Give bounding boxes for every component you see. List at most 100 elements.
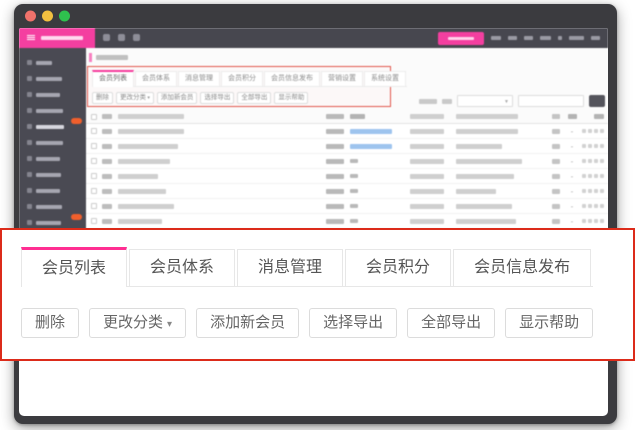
row-checkbox[interactable] — [91, 143, 97, 149]
module-button[interactable]: 显示帮助 — [274, 92, 308, 104]
status-value: - — [571, 142, 574, 151]
row-action-icon[interactable] — [582, 219, 586, 223]
row-action-icon[interactable] — [588, 129, 592, 133]
nav-link-placeholder[interactable] — [569, 36, 584, 40]
row-action-icon[interactable] — [594, 204, 598, 208]
sidebar-item[interactable] — [19, 81, 86, 96]
sidebar-item[interactable] — [19, 193, 86, 208]
row-action-icon[interactable] — [600, 144, 604, 148]
row-checkbox[interactable] — [91, 188, 97, 194]
row-action-icon[interactable] — [582, 129, 586, 133]
module-button[interactable]: 更改分类 ▾ — [116, 92, 154, 104]
row-action-icon[interactable] — [582, 204, 586, 208]
search-input[interactable] — [518, 95, 584, 107]
nav-link-placeholder[interactable] — [524, 36, 533, 40]
row-checkbox[interactable] — [91, 158, 97, 164]
cell-text-placeholder — [552, 159, 560, 164]
row-action-icon[interactable] — [594, 129, 598, 133]
module-tab[interactable]: 消息管理 — [178, 71, 220, 86]
nav-link-placeholder[interactable] — [491, 36, 501, 40]
table-row: - — [86, 199, 608, 214]
hamburger-icon — [27, 35, 35, 41]
row-action-icon[interactable] — [588, 174, 592, 178]
row-action-icon[interactable] — [600, 159, 604, 163]
search-field-select[interactable]: ▼ — [457, 95, 513, 107]
nav-link-placeholder[interactable] — [540, 36, 551, 40]
row-action-icon[interactable] — [594, 144, 598, 148]
callout-tab[interactable]: 会员积分 — [345, 249, 451, 286]
row-action-icon[interactable] — [594, 219, 598, 223]
apps-icon[interactable] — [133, 34, 140, 41]
cell-text-placeholder — [102, 189, 112, 194]
sidebar-item[interactable] — [19, 129, 86, 144]
cell-text-placeholder — [326, 144, 344, 149]
row-action-icon[interactable] — [594, 189, 598, 193]
row-checkbox[interactable] — [91, 128, 97, 134]
phone-link-placeholder[interactable] — [350, 129, 392, 134]
module-tab[interactable]: 会员列表 — [92, 70, 134, 87]
row-action-icon[interactable] — [600, 129, 604, 133]
upgrade-button[interactable] — [438, 32, 484, 45]
row-action-icon[interactable] — [582, 159, 586, 163]
table-cell: - — [564, 142, 580, 151]
row-action-icon[interactable] — [588, 144, 592, 148]
module-tab[interactable]: 会员积分 — [221, 71, 263, 86]
module-tab[interactable]: 会员体系 — [135, 71, 177, 86]
sidebar-item[interactable] — [19, 113, 86, 128]
module-tab[interactable]: 营销设置 — [321, 71, 363, 86]
callout-button[interactable]: 更改分类▾ — [89, 308, 186, 338]
callout-tab[interactable]: 会员信息发布 — [453, 249, 591, 286]
callout-button[interactable]: 全部导出 — [407, 308, 495, 338]
row-action-icon[interactable] — [600, 174, 604, 178]
sidebar-item[interactable] — [19, 177, 86, 192]
module-tab[interactable]: 系统设置 — [364, 71, 406, 86]
callout-tab[interactable]: 会员列表 — [21, 247, 127, 287]
callout-button[interactable]: 删除 — [21, 308, 79, 338]
row-action-icon[interactable] — [600, 219, 604, 223]
module-button[interactable]: 删除 — [92, 92, 113, 104]
zoom-button[interactable] — [59, 11, 70, 22]
callout-tab[interactable]: 会员体系 — [129, 249, 235, 286]
sidebar-item[interactable] — [19, 145, 86, 160]
row-action-icon[interactable] — [582, 174, 586, 178]
sidebar-item[interactable] — [19, 209, 86, 224]
row-checkbox[interactable] — [91, 203, 97, 209]
module-button[interactable]: 全部导出 — [237, 92, 271, 104]
row-action-icon[interactable] — [588, 189, 592, 193]
module-button[interactable]: 选择导出 — [200, 92, 234, 104]
refresh-icon[interactable] — [118, 34, 125, 41]
table-row: - — [86, 154, 608, 169]
select-all-checkbox[interactable] — [91, 114, 97, 120]
row-action-icon[interactable] — [588, 204, 592, 208]
app-logo[interactable] — [19, 28, 95, 48]
sidebar-item[interactable] — [19, 65, 86, 80]
home-icon[interactable] — [103, 34, 110, 41]
row-action-icon[interactable] — [582, 144, 586, 148]
callout-tab[interactable]: 消息管理 — [237, 249, 343, 286]
row-action-icon[interactable] — [600, 189, 604, 193]
phone-link-placeholder[interactable] — [350, 144, 392, 149]
row-action-icon[interactable] — [600, 204, 604, 208]
sidebar-item[interactable] — [19, 97, 86, 112]
nav-link-placeholder[interactable] — [508, 36, 517, 40]
row-action-icon[interactable] — [594, 159, 598, 163]
close-button[interactable] — [25, 11, 36, 22]
row-checkbox[interactable] — [91, 173, 97, 179]
nav-link-placeholder[interactable] — [591, 36, 600, 40]
callout-button[interactable]: 显示帮助 — [505, 308, 593, 338]
module-button[interactable]: 添加新会员 — [157, 92, 198, 104]
minimize-button[interactable] — [42, 11, 53, 22]
search-button[interactable] — [589, 95, 605, 107]
row-action-icon[interactable] — [594, 174, 598, 178]
row-action-icon[interactable] — [582, 189, 586, 193]
sidebar-item[interactable] — [19, 161, 86, 176]
module-tab[interactable]: 会员信息发布 — [264, 71, 320, 86]
callout-button[interactable]: 选择导出 — [309, 308, 397, 338]
sidebar-item[interactable] — [19, 49, 86, 64]
row-action-icon[interactable] — [588, 159, 592, 163]
nav-link-placeholder[interactable] — [558, 36, 562, 40]
row-checkbox[interactable] — [91, 218, 97, 224]
row-action-icon[interactable] — [588, 219, 592, 223]
table-cell — [580, 174, 608, 178]
callout-button[interactable]: 添加新会员 — [196, 308, 299, 338]
